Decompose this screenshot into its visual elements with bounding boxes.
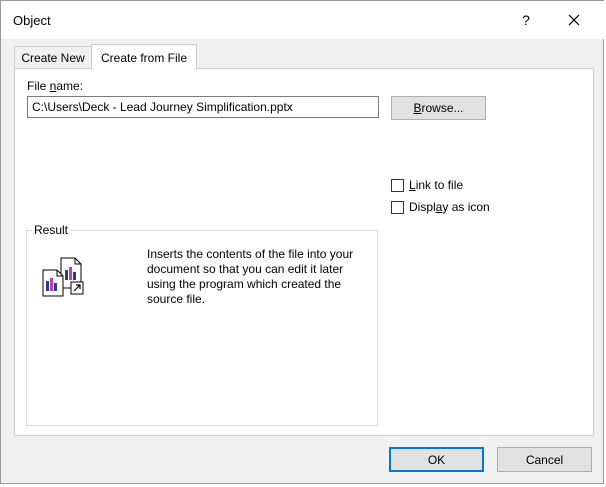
- display-as-icon-option[interactable]: Display as icon: [391, 200, 490, 214]
- browse-button[interactable]: Browse...: [391, 96, 486, 120]
- embedded-document-icon: [42, 257, 84, 297]
- help-icon: ?: [522, 12, 530, 28]
- create-from-file-panel: File name: C:\Users\Deck - Lead Journey …: [14, 68, 594, 436]
- file-name-input[interactable]: C:\Users\Deck - Lead Journey Simplificat…: [27, 96, 379, 118]
- close-button[interactable]: [559, 4, 589, 36]
- tab-create-new[interactable]: Create New: [14, 46, 92, 68]
- cancel-button[interactable]: Cancel: [497, 447, 592, 472]
- help-button[interactable]: ?: [511, 4, 541, 36]
- link-to-file-checkbox[interactable]: [391, 178, 404, 192]
- result-group: Result Inserts the contents of the file …: [26, 223, 378, 426]
- display-as-icon-label: Display as icon: [409, 200, 490, 214]
- dialog-title: Object: [13, 13, 51, 28]
- dialog-footer: OK Cancel: [1, 437, 605, 484]
- file-name-label: File name:: [27, 79, 84, 93]
- object-dialog: Object ? Create New Create from File Fil…: [0, 0, 605, 484]
- title-bar: Object ?: [1, 1, 605, 39]
- close-icon: [568, 14, 580, 26]
- display-as-icon-checkbox[interactable]: [391, 200, 404, 214]
- result-description: Inserts the contents of the file into yo…: [147, 247, 354, 306]
- ok-button[interactable]: OK: [389, 447, 484, 472]
- tab-create-from-file[interactable]: Create from File: [91, 44, 197, 70]
- link-to-file-label: Link to file: [409, 178, 464, 192]
- result-legend: Result: [32, 223, 71, 237]
- link-to-file-option[interactable]: Link to file: [391, 178, 463, 192]
